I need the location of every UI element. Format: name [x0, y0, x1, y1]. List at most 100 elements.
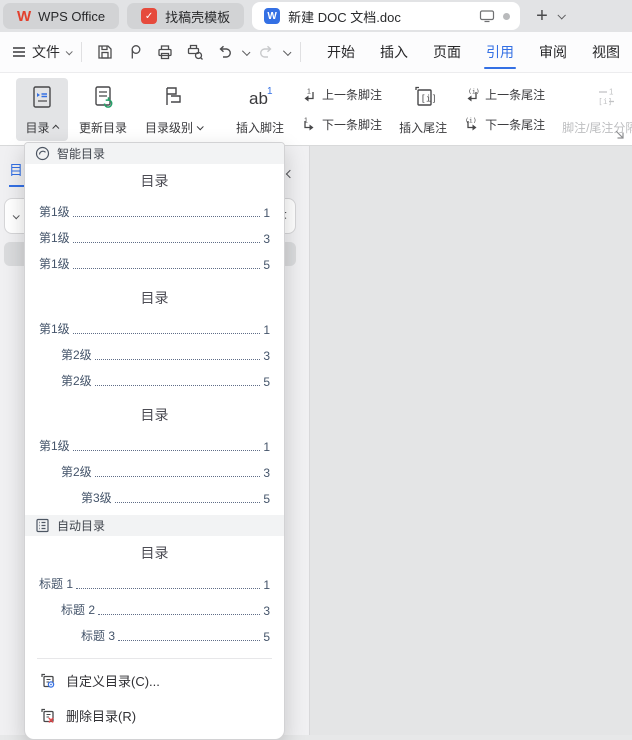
menu-bar: 文件	[0, 32, 632, 72]
smart-toc-option-1[interactable]: 目录 第1级1 第1级3 第1级5	[25, 164, 284, 281]
unsaved-dot-icon	[503, 13, 510, 20]
tab-view[interactable]: 视图	[590, 33, 622, 71]
toc-level-button[interactable]: 目录级别	[138, 78, 209, 141]
file-menu-label: 文件	[32, 42, 60, 62]
svg-text:[i]: [i]	[421, 95, 437, 105]
toc-preview-entry: 标题 35	[39, 618, 270, 644]
toc-preview-title: 目录	[39, 287, 270, 309]
redo-button[interactable]	[253, 39, 279, 65]
toc-preview-entry: 第2级3	[39, 454, 270, 480]
dialog-launcher-button[interactable]	[614, 129, 625, 140]
file-menu-button[interactable]: 文件	[12, 42, 71, 62]
delete-toc-menu-item[interactable]: 删除目录(R)	[25, 698, 284, 733]
next-endnote-icon: (i)	[464, 116, 480, 132]
toc-preview-entry: 第1级5	[39, 246, 270, 272]
export-pdf-button[interactable]	[122, 39, 148, 65]
toc-button-label: 目录	[25, 119, 49, 136]
auto-toc-header-label: 自动目录	[57, 517, 105, 534]
footnote-endnote-group: ab 1 插入脚注 1 上一条脚注 1 下一条脚注	[229, 78, 632, 141]
tab-home[interactable]: 开始	[325, 33, 357, 71]
print-preview-icon	[186, 43, 204, 61]
custom-toc-menu-item[interactable]: 自定义目录(C)...	[25, 663, 284, 698]
insert-endnote-icon: [i]	[410, 84, 436, 110]
update-toc-icon	[90, 84, 116, 110]
screen-share-icon[interactable]	[479, 9, 495, 23]
insert-endnote-button[interactable]: [i] 插入尾注	[392, 78, 454, 141]
chevron-down-icon	[66, 48, 73, 55]
prev-endnote-label: 上一条尾注	[485, 86, 545, 103]
svg-text:1: 1	[307, 88, 311, 95]
hamburger-icon	[12, 46, 26, 58]
delete-toc-icon	[39, 707, 56, 724]
print-preview-button[interactable]	[182, 39, 208, 65]
auto-toc-option-1[interactable]: 目录 标题 11 标题 23 标题 35	[25, 536, 284, 653]
collapse-pane-button[interactable]	[287, 164, 293, 182]
update-toc-button[interactable]: 更新目录	[72, 78, 134, 141]
next-endnote-label: 下一条尾注	[485, 116, 545, 133]
insert-footnote-label: 插入脚注	[236, 119, 284, 136]
smart-toc-option-3[interactable]: 目录 第1级1 第2级3 第3级5	[25, 398, 284, 515]
launcher-arrow-icon	[614, 129, 625, 140]
prev-footnote-button[interactable]: 1 上一条脚注	[295, 83, 388, 106]
redo-icon	[257, 43, 275, 61]
toc-preview-title: 目录	[39, 404, 270, 426]
toc-preview-title: 目录	[39, 170, 270, 192]
print-icon	[156, 43, 174, 61]
smart-toc-option-2[interactable]: 目录 第1级1 第2级3 第2级5	[25, 281, 284, 398]
svg-text:1: 1	[267, 86, 273, 97]
tab-references[interactable]: 引用	[484, 33, 516, 71]
toc-preview-entry: 标题 23	[39, 592, 270, 618]
svg-text:(i): (i)	[465, 117, 477, 125]
toc-level-label: 目录级别	[145, 119, 193, 136]
footnote-separator-icon: 1 [i]	[593, 84, 619, 110]
new-tab-button[interactable]: +	[528, 6, 556, 26]
insert-endnote-label: 插入尾注	[399, 119, 447, 136]
tab-wps-office[interactable]: W WPS Office	[3, 3, 119, 29]
toc-preview-entry: 第1级1	[39, 194, 270, 220]
divider	[300, 42, 301, 62]
smart-toc-section-header: 智能目录	[25, 143, 284, 164]
save-button[interactable]	[92, 39, 118, 65]
tab-page[interactable]: 页面	[431, 33, 463, 71]
next-endnote-button[interactable]: (i) 下一条尾注	[458, 113, 551, 136]
print-button[interactable]	[152, 39, 178, 65]
tab-review[interactable]: 审阅	[537, 33, 569, 71]
divider	[81, 42, 82, 62]
docer-icon: ✓	[141, 8, 157, 24]
toc-preview-title: 目录	[39, 542, 270, 564]
customize-toolbar-chevron-icon[interactable]	[283, 47, 291, 55]
divider	[37, 658, 272, 659]
tab-docer-template[interactable]: ✓ 找稿壳模板	[127, 3, 244, 29]
tab-insert[interactable]: 插入	[378, 33, 410, 71]
prev-endnote-button[interactable]: (i) 上一条尾注	[458, 83, 551, 106]
insert-footnote-button[interactable]: ab 1 插入脚注	[229, 78, 291, 141]
undo-button[interactable]	[212, 39, 238, 65]
export-pdf-icon	[126, 43, 144, 61]
update-toc-label: 更新目录	[79, 119, 127, 136]
toc-preview-entry: 第1级1	[39, 428, 270, 454]
undo-history-chevron-icon[interactable]	[242, 47, 250, 55]
toc-preview-entry: 第1级3	[39, 220, 270, 246]
prev-footnote-icon: 1	[301, 87, 317, 103]
toc-dropdown-menu: 智能目录 目录 第1级1 第1级3 第1级5 目录 第1级1 第2级3 第2级5…	[24, 142, 285, 740]
writer-doc-icon: W	[264, 8, 280, 24]
tab-label: WPS Office	[38, 9, 105, 24]
chevron-down-icon	[197, 123, 204, 130]
next-footnote-icon: 1	[301, 116, 317, 132]
custom-toc-icon	[39, 672, 56, 689]
tab-list-chevron-icon[interactable]	[557, 11, 565, 19]
toc-preview-entry: 第2级5	[39, 363, 270, 389]
tab-label: 新建 DOC 文档.doc	[288, 7, 471, 26]
prev-footnote-label: 上一条脚注	[322, 86, 382, 103]
toc-level-icon	[161, 84, 187, 110]
references-ribbon: 目录 更新目录 目录级别 ab 1 插入脚注	[0, 72, 632, 146]
quick-access-toolbar	[92, 39, 290, 65]
chevron-up-icon	[52, 125, 59, 132]
tab-document-active[interactable]: W 新建 DOC 文档.doc	[252, 2, 520, 30]
next-footnote-button[interactable]: 1 下一条脚注	[295, 113, 388, 136]
toc-icon	[29, 84, 55, 110]
toc-preview-entry: 第1级1	[39, 311, 270, 337]
toc-button[interactable]: 目录	[16, 78, 68, 141]
toc-preview-entry: 第2级3	[39, 337, 270, 363]
tab-label: 找稿壳模板	[165, 7, 230, 26]
